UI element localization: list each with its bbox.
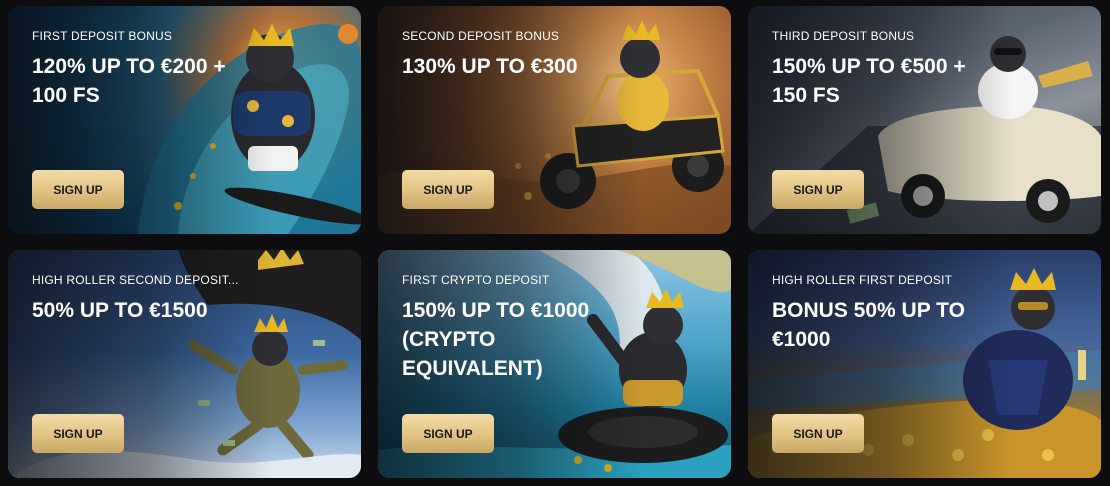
bonus-card-headline: 120% UP TO €200 + 100 FS — [32, 55, 226, 107]
bonus-card-headline: 130% UP TO €300 — [402, 55, 578, 78]
bonus-card-headline: 150% UP TO €1000 (CRYPTO EQUIVALENT) — [402, 299, 590, 380]
bonus-card-headline: BONUS 50% UP TO €1000 — [772, 299, 965, 351]
sign-up-button[interactable]: SIGN UP — [32, 414, 124, 453]
bonus-card-label: SECOND DEPOSIT BONUS — [402, 29, 560, 43]
bonus-card-headline: 50% UP TO €1500 — [32, 299, 208, 322]
sign-up-button[interactable]: SIGN UP — [772, 414, 864, 453]
sign-up-button[interactable]: SIGN UP — [402, 170, 494, 209]
bonus-card-third-deposit[interactable]: THIRD DEPOSIT BONUS 150% UP TO €500 + 15… — [748, 6, 1101, 234]
bonus-card-headline: 150% UP TO €500 + 150 FS — [772, 55, 966, 107]
bonus-card-high-roller-second-deposit[interactable]: HIGH ROLLER SECOND DEPOSIT... 50% UP TO … — [8, 250, 361, 478]
bonus-card-label: THIRD DEPOSIT BONUS — [772, 29, 915, 43]
bonus-card-high-roller-first-deposit[interactable]: HIGH ROLLER FIRST DEPOSIT BONUS 50% UP T… — [748, 250, 1101, 478]
bonus-card-first-deposit[interactable]: FIRST DEPOSIT BONUS 120% UP TO €200 + 10… — [8, 6, 361, 234]
sign-up-button[interactable]: SIGN UP — [772, 170, 864, 209]
bonus-cards-grid: FIRST DEPOSIT BONUS 120% UP TO €200 + 10… — [0, 0, 1110, 486]
bonus-card-label: HIGH ROLLER SECOND DEPOSIT... — [32, 273, 239, 287]
sign-up-button[interactable]: SIGN UP — [402, 414, 494, 453]
bonus-card-second-deposit[interactable]: SECOND DEPOSIT BONUS 130% UP TO €300 SIG… — [378, 6, 731, 234]
bonus-card-first-crypto-deposit[interactable]: FIRST CRYPTO DEPOSIT 150% UP TO €1000 (C… — [378, 250, 731, 478]
bonus-card-label: FIRST CRYPTO DEPOSIT — [402, 273, 550, 287]
bonus-card-label: HIGH ROLLER FIRST DEPOSIT — [772, 273, 953, 287]
bonus-card-label: FIRST DEPOSIT BONUS — [32, 29, 173, 43]
sign-up-button[interactable]: SIGN UP — [32, 170, 124, 209]
